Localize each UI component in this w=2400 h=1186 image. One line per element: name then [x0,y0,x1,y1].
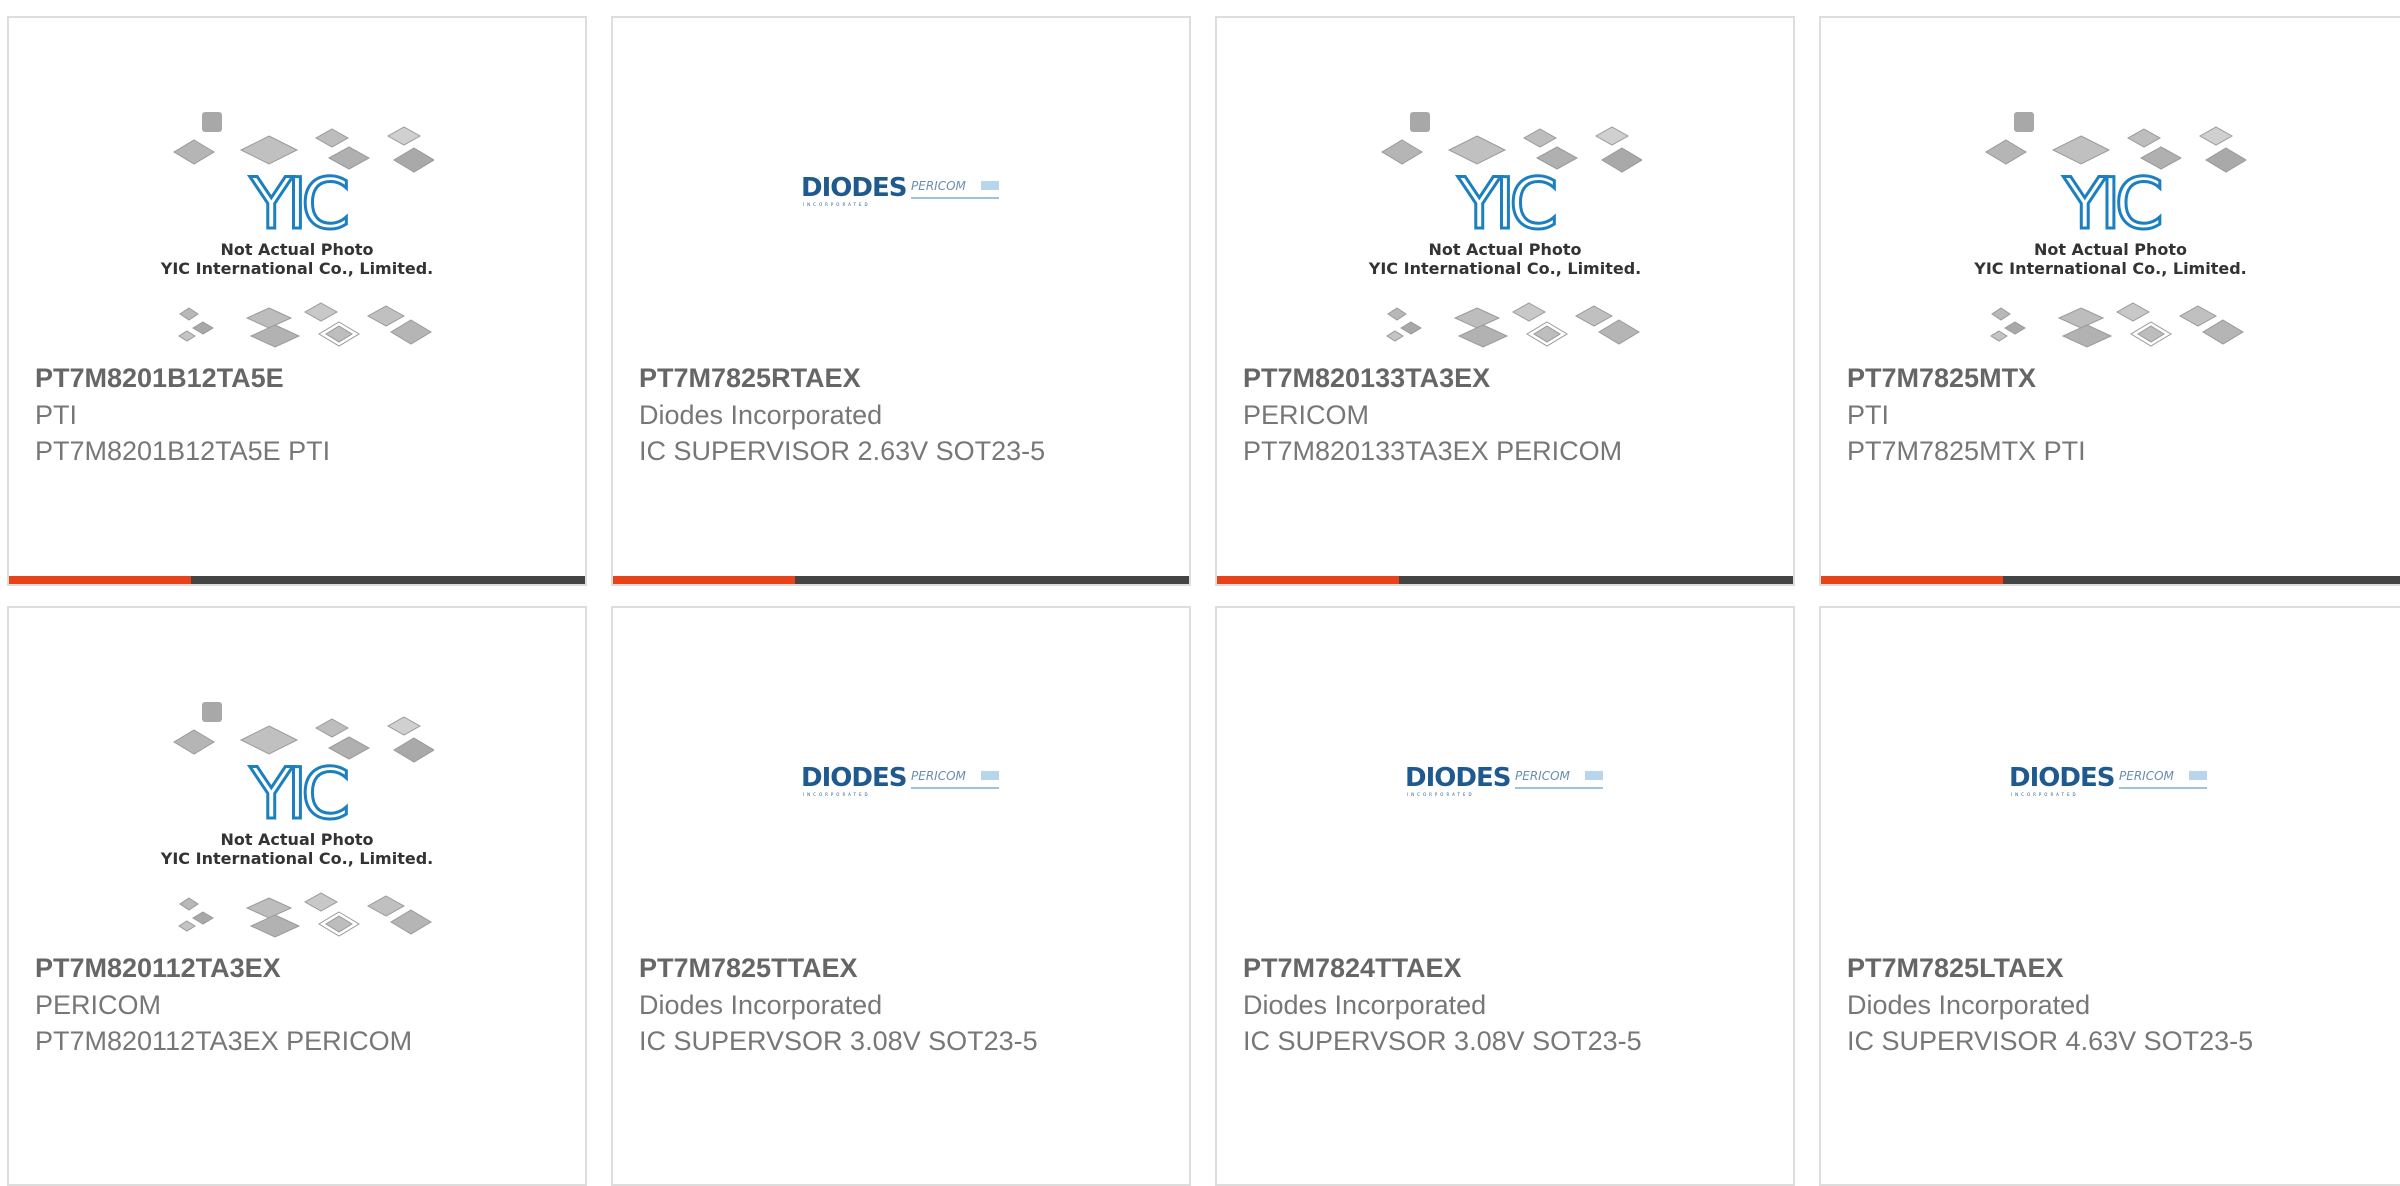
product-card[interactable]: YIC Not Actual Photo YIC International Co.… [1215,16,1795,586]
placeholder-company: YIC International Co., Limited. [160,849,434,868]
product-card[interactable]: YIC Not Actual Photo YIC International Co.… [7,16,587,586]
chip-packages-icon [1386,302,1640,348]
manufacturer: Diodes Incorporated [639,990,883,1020]
card-accent-bar [1217,576,1399,584]
pericom-brand: PERICOM [911,769,966,783]
part-number[interactable]: PT7M7825MTX [1847,361,2036,395]
manufacturer: PERICOM [1243,400,1370,430]
product-card[interactable]: YIC Not Actual Photo YIC International Co.… [7,606,587,1186]
diodes-brand: DIODES [1405,763,1511,793]
diodes-brand-sub: INCORPORATED [803,792,871,797]
part-number[interactable]: PT7M7825TTAEX [639,951,858,985]
product-image[interactable]: YIC Not Actual Photo YIC International Co.… [9,18,585,358]
product-image[interactable]: DIODES INCORPORATED PERICOM [613,18,1189,358]
part-number[interactable]: PT7M7825LTAEX [1847,951,2064,985]
card-accent-bar [1821,576,2003,584]
product-card[interactable]: DIODES INCORPORATED PERICOM PT7M7824TTAEX … [1215,606,1795,1186]
yic-logo: YIC [248,753,351,835]
description: IC SUPERVSOR 3.08V SOT23-5 [639,1026,1038,1056]
part-number[interactable]: PT7M820133TA3EX [1243,361,1490,395]
chip-packages-icon [1990,302,2244,348]
diodes-pericom-logo: DIODES INCORPORATED PERICOM [801,763,1006,799]
description: IC SUPERVISOR 2.63V SOT23-5 [639,436,1046,466]
manufacturer: PERICOM [35,990,162,1020]
placeholder-company: YIC International Co., Limited. [1368,259,1642,278]
part-number[interactable]: PT7M7824TTAEX [1243,951,1462,985]
part-number[interactable]: PT7M8201B12TA5E [35,361,284,395]
description: PT7M820133TA3EX PERICOM [1243,436,1623,466]
pericom-brand: PERICOM [911,179,966,193]
yic-logo: YIC [1456,163,1559,245]
yic-logo: YIC [248,163,351,245]
diodes-brand: DIODES [801,173,907,203]
diodes-pericom-logo: DIODES INCORPORATED PERICOM [801,173,1006,209]
not-actual-photo-placeholder: YIC Not Actual Photo YIC International Co.… [1217,18,1793,358]
description: IC SUPERVISOR 4.63V SOT23-5 [1847,1026,2254,1056]
chip-packages-icon [178,892,432,938]
placeholder-caption: Not Actual Photo [220,830,374,849]
manufacturer: PTI [35,400,78,430]
pericom-brand: PERICOM [1515,769,1570,783]
product-card[interactable]: DIODES INCORPORATED PERICOM PT7M7825LTAEX … [1819,606,2400,1186]
pericom-brand: PERICOM [2119,769,2174,783]
not-actual-photo-placeholder: YIC Not Actual Photo YIC International Co.… [1821,18,2400,358]
product-image[interactable]: YIC Not Actual Photo YIC International Co.… [1217,18,1793,358]
product-image[interactable]: DIODES INCORPORATED PERICOM [1821,608,2400,948]
description: IC SUPERVSOR 3.08V SOT23-5 [1243,1026,1642,1056]
pericom-mark [981,771,999,780]
pericom-underline [1515,787,1603,789]
product-card[interactable]: YIC Not Actual Photo YIC International Co.… [1819,16,2400,586]
placeholder-caption: Not Actual Photo [2033,240,2188,259]
description: PT7M820112TA3EX PERICOM [35,1026,413,1056]
product-image[interactable]: YIC Not Actual Photo YIC International Co.… [9,608,585,948]
product-image[interactable]: YIC Not Actual Photo YIC International Co.… [1821,18,2400,358]
manufacturer: Diodes Incorporated [639,400,883,430]
pericom-underline [911,197,999,199]
chip-packages-icon [178,302,432,348]
not-actual-photo-placeholder: YIC Not Actual Photo YIC International Co.… [9,608,585,948]
description: PT7M8201B12TA5E PTI [35,436,331,466]
diodes-brand-sub: INCORPORATED [2011,792,2079,797]
placeholder-company: YIC International Co., Limited. [1974,259,2247,278]
part-number[interactable]: PT7M820112TA3EX [35,951,281,985]
manufacturer: Diodes Incorporated [1847,990,2091,1020]
manufacturer: PTI [1847,400,1890,430]
part-number[interactable]: PT7M7825RTAEX [639,361,861,395]
placeholder-caption: Not Actual Photo [220,240,374,259]
diodes-pericom-logo: DIODES INCORPORATED PERICOM [2009,763,2214,799]
pericom-mark [2189,771,2207,780]
product-card[interactable]: DIODES INCORPORATED PERICOM PT7M7825TTAEX … [611,606,1191,1186]
diodes-brand-sub: INCORPORATED [1407,792,1475,797]
card-accent-bar [9,576,191,584]
card-accent-bar [613,576,795,584]
pericom-underline [911,787,999,789]
product-card[interactable]: DIODES INCORPORATED PERICOM PT7M7825RTAEX … [611,16,1191,586]
placeholder-caption: Not Actual Photo [1428,240,1582,259]
description: PT7M7825MTX PTI [1847,436,2086,466]
pericom-mark [1585,771,1603,780]
diodes-brand: DIODES [801,763,907,793]
diodes-brand-sub: INCORPORATED [803,202,871,207]
diodes-brand: DIODES [2009,763,2115,793]
yic-logo: YIC [2062,163,2165,245]
manufacturer: Diodes Incorporated [1243,990,1487,1020]
product-image[interactable]: DIODES INCORPORATED PERICOM [613,608,1189,948]
pericom-mark [981,181,999,190]
diodes-pericom-logo: DIODES INCORPORATED PERICOM [1405,763,1610,799]
not-actual-photo-placeholder: YIC Not Actual Photo YIC International Co.… [9,18,585,358]
placeholder-company: YIC International Co., Limited. [160,259,434,278]
product-image[interactable]: DIODES INCORPORATED PERICOM [1217,608,1793,948]
pericom-underline [2119,787,2207,789]
